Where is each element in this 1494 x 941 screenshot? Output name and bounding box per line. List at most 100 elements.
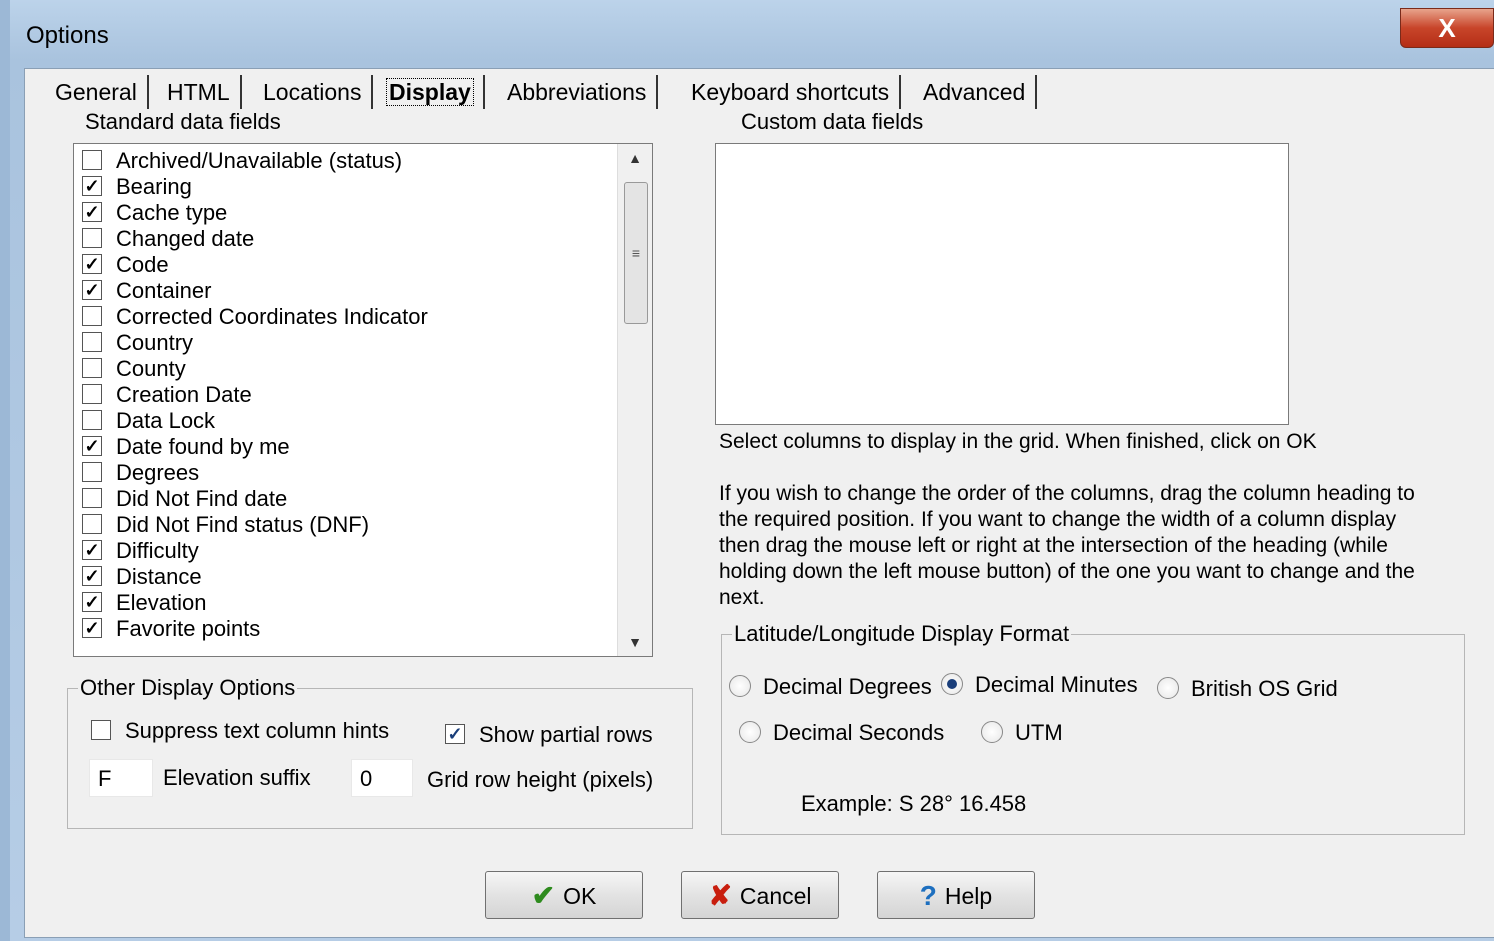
help-paragraph-line: then drag the mouse left or right at the… [719, 534, 1388, 557]
help-paragraph-line: If you wish to change the order of the c… [719, 482, 1415, 505]
list-item-label: County [116, 356, 186, 381]
list-item[interactable]: ✓ Code [82, 252, 169, 278]
custom-fields-list[interactable] [715, 143, 1289, 425]
list-item-label: Degrees [116, 460, 200, 485]
custom-fields-label: Custom data fields [741, 109, 924, 134]
show-partial-rows-checkbox[interactable]: ✓ Show partial rows [445, 721, 653, 749]
title-bar: Options X [10, 0, 1494, 68]
checkbox-icon [82, 150, 102, 171]
list-scrollbar[interactable]: ▲ ≡ ▼ [617, 144, 652, 656]
tab-display-label: Display [386, 78, 474, 106]
list-item-label: Country [116, 330, 194, 355]
tab-display[interactable]: Display [377, 75, 485, 109]
list-item[interactable]: Creation Date [82, 382, 252, 408]
list-item[interactable]: ✓ Distance [82, 564, 202, 590]
help-paragraph: If you wish to change the order of the c… [719, 481, 1415, 611]
tab-general[interactable]: General [45, 75, 149, 109]
elevation-suffix-label: Elevation suffix [163, 765, 311, 790]
checkbox-checked-icon: ✓ [82, 436, 102, 457]
standard-fields-list[interactable]: Archived/Unavailable (status) ✓ Bearing ✓ Ca… [73, 143, 653, 657]
suppress-hints-label: Suppress text column hints [125, 718, 390, 743]
tab-locations[interactable]: Locations [253, 75, 374, 109]
cancel-label: Cancel [739, 883, 812, 909]
tab-html[interactable]: HTML [157, 75, 242, 109]
cancel-button[interactable]: ✘ Cancel [681, 871, 839, 919]
scroll-thumb[interactable]: ≡ [624, 182, 648, 324]
list-item-label: Bearing [116, 174, 192, 199]
question-icon: ? [919, 879, 937, 911]
checkbox-checked-icon: ✓ [82, 592, 102, 613]
elevation-suffix-input[interactable]: F [89, 759, 153, 797]
list-item-label: Did Not Find status (DNF) [116, 512, 370, 537]
dialog-client: General HTML Locations Display Abbreviat… [24, 68, 1494, 938]
list-item-label: Difficulty [116, 538, 199, 563]
list-item[interactable]: County [82, 356, 186, 382]
list-item[interactable]: Corrected Coordinates Indicator [82, 304, 428, 330]
list-item-label: Container [116, 278, 212, 303]
help-paragraph-line: holding down the left mouse button) of t… [719, 560, 1415, 583]
checkbox-icon [91, 720, 111, 741]
list-item-label: Favorite points [116, 616, 261, 641]
tab-keyboard-shortcuts[interactable]: Keyboard shortcuts [681, 75, 902, 109]
radio-decimal-degrees[interactable]: Decimal Degrees [729, 673, 932, 701]
list-item[interactable]: ✓ Favorite points [82, 616, 260, 642]
list-item[interactable]: ✓ Container [82, 278, 211, 304]
checkbox-checked-icon: ✓ [82, 566, 102, 587]
radio-utm[interactable]: UTM [981, 719, 1063, 747]
list-item[interactable]: Changed date [82, 226, 254, 252]
list-item-label: Data Lock [116, 408, 216, 433]
list-item-label: Archived/Unavailable (status) [116, 148, 403, 173]
list-item[interactable]: Country [82, 330, 193, 356]
list-item[interactable]: ✓ Difficulty [82, 538, 199, 564]
list-item-label: Cache type [116, 200, 228, 225]
list-item[interactable]: Degrees [82, 460, 199, 486]
scroll-down-arrow-icon[interactable]: ▼ [618, 628, 652, 656]
radio-icon [729, 675, 751, 698]
radio-decimal-seconds[interactable]: Decimal Seconds [739, 719, 944, 747]
help-paragraph-line: next. [719, 586, 765, 609]
tab-advanced[interactable]: Advanced [913, 75, 1038, 109]
other-display-options-group: Other Display Options [67, 675, 693, 829]
checkbox-checked-icon: ✓ [445, 724, 465, 745]
checkbox-icon [82, 514, 102, 535]
list-item-label: Creation Date [116, 382, 252, 407]
latlon-example: Example: S 28° 16.458 [801, 791, 1027, 816]
radio-decimal-minutes[interactable]: Decimal Minutes [941, 671, 1138, 699]
list-item[interactable]: ✓ Date found by me [82, 434, 290, 460]
grid-row-height-label: Grid row height (pixels) [427, 767, 654, 792]
checkbox-icon [82, 358, 102, 379]
help-label: Help [944, 883, 993, 909]
grid-row-height-input[interactable]: 0 [351, 759, 413, 797]
tab-abbreviations[interactable]: Abbreviations [497, 75, 659, 109]
checkbox-checked-icon: ✓ [82, 202, 102, 223]
list-item-label: Elevation [116, 590, 207, 615]
list-item[interactable]: ✓ Elevation [82, 590, 207, 616]
help-paragraph-line: the required position. If you want to ch… [719, 508, 1397, 531]
x-icon: ✘ [708, 879, 732, 911]
window-title: Options [26, 22, 109, 49]
standard-fields-label: Standard data fields [85, 109, 281, 134]
radio-british-os-grid[interactable]: British OS Grid [1157, 675, 1338, 703]
checkbox-icon [82, 488, 102, 509]
list-item[interactable]: ✓ Cache type [82, 200, 227, 226]
list-item[interactable]: Did Not Find status (DNF) [82, 512, 369, 538]
show-partial-rows-label: Show partial rows [479, 722, 653, 747]
options-window: Options X General HTML Locations Display… [0, 0, 1494, 941]
latlon-format-legend: Latitude/Longitude Display Format [734, 621, 1070, 646]
list-item[interactable]: Data Lock [82, 408, 215, 434]
list-item-label: Changed date [116, 226, 255, 251]
checkbox-checked-icon: ✓ [82, 280, 102, 301]
ok-button[interactable]: ✔ OK [485, 871, 643, 919]
radio-label: Decimal Minutes [975, 672, 1138, 697]
radio-selected-icon [941, 673, 963, 696]
close-button[interactable]: X [1400, 8, 1494, 48]
radio-label: UTM [1015, 720, 1063, 745]
help-button[interactable]: ? Help [877, 871, 1035, 919]
list-item[interactable]: ✓ Bearing [82, 174, 192, 200]
scroll-up-arrow-icon[interactable]: ▲ [618, 144, 652, 172]
list-item[interactable]: Did Not Find date [82, 486, 287, 512]
tab-strip: General HTML Locations Display Abbreviat… [25, 69, 1065, 113]
radio-icon [1157, 677, 1179, 700]
list-item[interactable]: Archived/Unavailable (status) [82, 148, 402, 174]
suppress-hints-checkbox[interactable]: Suppress text column hints [91, 717, 389, 745]
